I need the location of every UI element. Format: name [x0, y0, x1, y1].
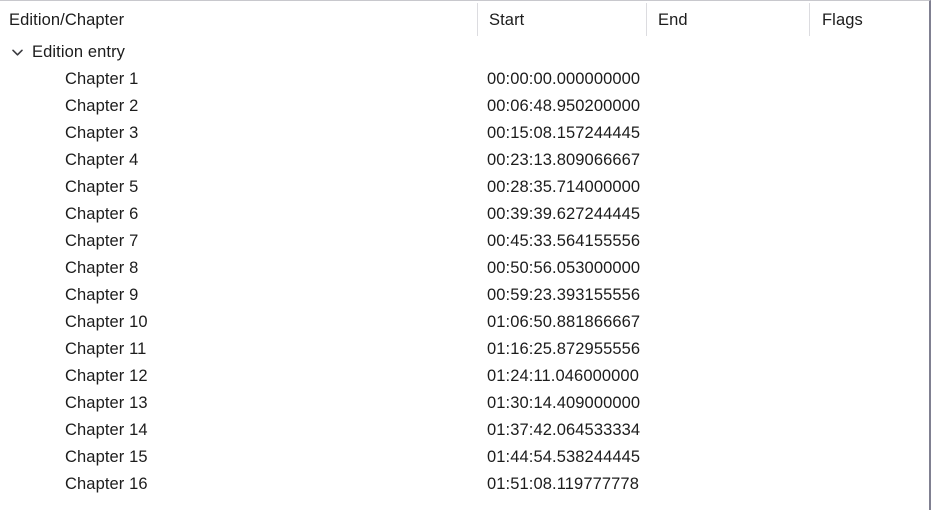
tree-row[interactable]: Chapter 12 01:24:11.046000000 [0, 363, 929, 390]
tree-row[interactable]: Chapter 7 00:45:33.564155556 [0, 228, 929, 255]
tree-row-start: 00:45:33.564155556 [487, 232, 641, 250]
tree-row-label: Chapter 5 [65, 178, 139, 196]
tree-row-start: 01:37:42.064533334 [487, 421, 641, 439]
column-divider-start[interactable] [477, 3, 478, 36]
column-divider-flags[interactable] [809, 3, 810, 36]
column-header-end[interactable]: End [658, 1, 688, 39]
tree-row[interactable]: Chapter 10 01:06:50.881866667 [0, 309, 929, 336]
tree-row-start: 01:06:50.881866667 [487, 313, 641, 331]
tree-row-start: 00:15:08.157244445 [487, 124, 641, 142]
tree-row-label: Chapter 12 [65, 367, 148, 385]
tree-row-label: Chapter 13 [65, 394, 148, 412]
tree-row-label: Chapter 11 [65, 340, 147, 358]
tree-row-start: 00:50:56.053000000 [487, 259, 641, 277]
tree-row[interactable]: Chapter 6 00:39:39.627244445 [0, 201, 929, 228]
tree-row-label: Chapter 14 [65, 421, 148, 439]
tree-row-label: Chapter 4 [65, 151, 139, 169]
tree-row-start: 00:23:13.809066667 [487, 151, 641, 169]
tree-row[interactable]: Chapter 9 00:59:23.393155556 [0, 282, 929, 309]
tree-row-label: Chapter 8 [65, 259, 139, 277]
chapter-tree-view: Edition/Chapter Start End Flags Edition … [0, 0, 931, 510]
tree-row-label: Chapter 16 [65, 475, 148, 493]
tree-row[interactable]: Chapter 11 01:16:25.872955556 [0, 336, 929, 363]
tree-row-start: 01:30:14.409000000 [487, 394, 641, 412]
tree-row-label: Chapter 15 [65, 448, 148, 466]
column-divider-end[interactable] [646, 3, 647, 36]
tree-row[interactable]: Chapter 2 00:06:48.950200000 [0, 93, 929, 120]
tree-row-start: 00:00:00.000000000 [487, 70, 641, 88]
tree-row-label: Chapter 10 [65, 313, 148, 331]
tree-row-start: 00:39:39.627244445 [487, 205, 641, 223]
tree-row[interactable]: Chapter 8 00:50:56.053000000 [0, 255, 929, 282]
tree-row[interactable]: Chapter 14 01:37:42.064533334 [0, 417, 929, 444]
tree-body: Edition entry Chapter 1 00:00:00.0000000… [0, 39, 929, 498]
tree-row[interactable]: Chapter 1 00:00:00.000000000 [0, 66, 929, 93]
tree-row-label: Chapter 3 [65, 124, 139, 142]
tree-row[interactable]: Chapter 15 01:44:54.538244445 [0, 444, 929, 471]
tree-row[interactable]: Chapter 3 00:15:08.157244445 [0, 120, 929, 147]
tree-row-label: Chapter 1 [65, 70, 139, 88]
tree-row[interactable]: Chapter 16 01:51:08.119777778 [0, 471, 929, 498]
tree-row-label: Chapter 2 [65, 97, 139, 115]
tree-row[interactable]: Chapter 13 01:30:14.409000000 [0, 390, 929, 417]
tree-row[interactable]: Chapter 4 00:23:13.809066667 [0, 147, 929, 174]
tree-row-start: 01:16:25.872955556 [487, 340, 641, 358]
tree-row-start: 01:51:08.119777778 [487, 475, 639, 493]
chevron-down-icon[interactable] [9, 39, 25, 66]
column-header-flags[interactable]: Flags [822, 1, 863, 39]
tree-row-start: 00:06:48.950200000 [487, 97, 641, 115]
tree-column-header: Edition/Chapter Start End Flags [0, 1, 929, 39]
tree-row-label: Chapter 9 [65, 286, 139, 304]
tree-row[interactable]: Chapter 5 00:28:35.714000000 [0, 174, 929, 201]
tree-row-start: 01:24:11.046000000 [487, 367, 639, 385]
column-header-start[interactable]: Start [489, 1, 524, 39]
tree-row-label: Edition entry [32, 43, 126, 61]
tree-row-label: Chapter 7 [65, 232, 139, 250]
tree-row-edition-entry[interactable]: Edition entry [0, 39, 929, 66]
tree-row-start: 00:59:23.393155556 [487, 286, 641, 304]
column-header-edition-chapter[interactable]: Edition/Chapter [9, 1, 124, 39]
tree-row-start: 00:28:35.714000000 [487, 178, 641, 196]
tree-row-start: 01:44:54.538244445 [487, 448, 641, 466]
tree-row-label: Chapter 6 [65, 205, 139, 223]
